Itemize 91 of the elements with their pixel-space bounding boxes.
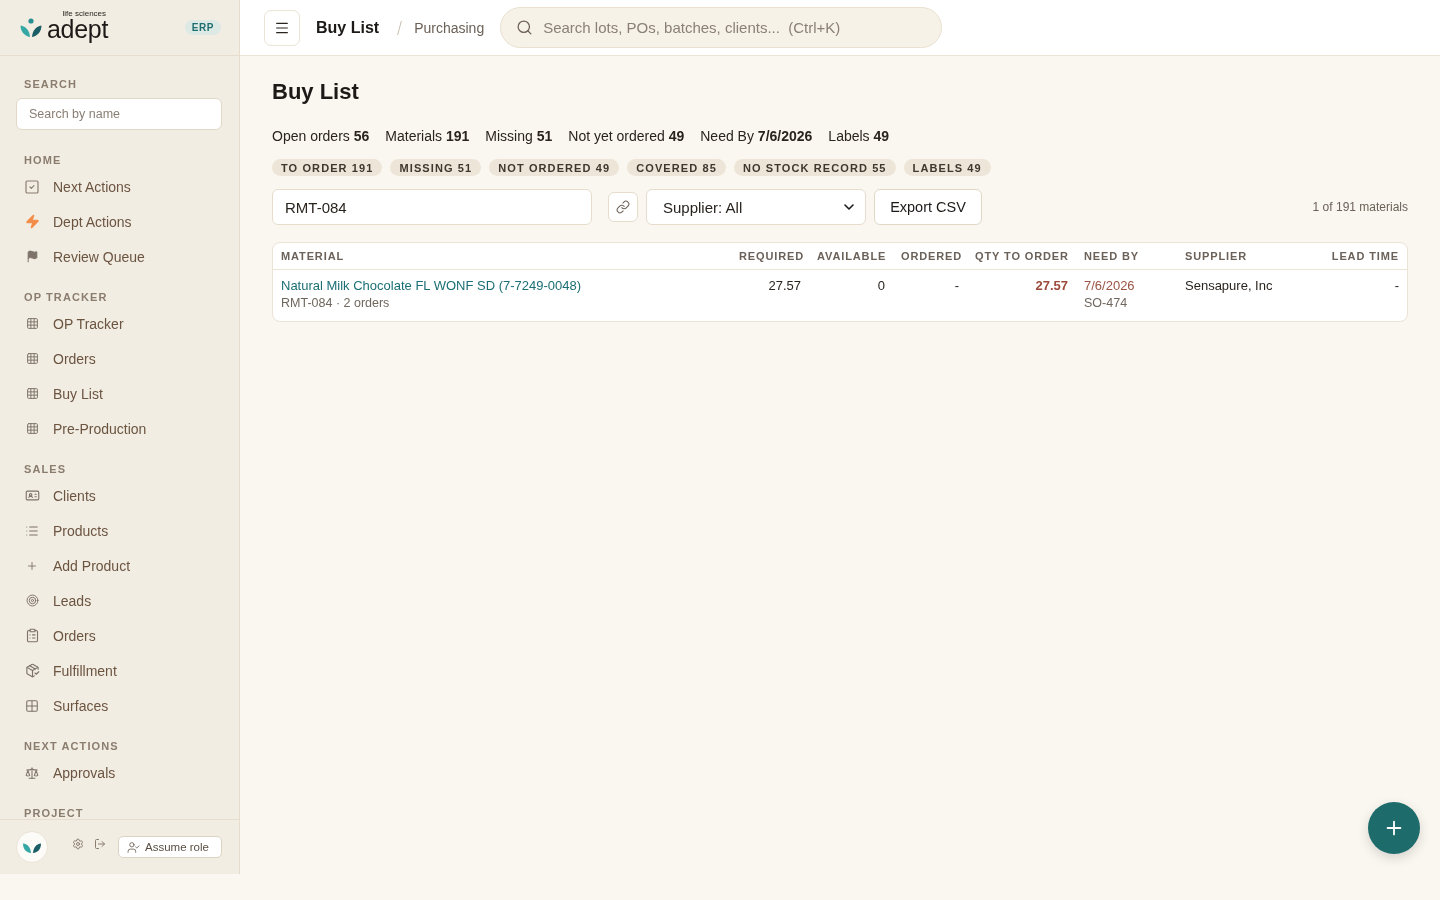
stat-text: Not yet ordered 49 bbox=[568, 127, 685, 146]
user-check-icon bbox=[127, 840, 140, 854]
sidebar-item[interactable]: Review Queue bbox=[16, 239, 223, 274]
supplier-select[interactable]: Supplier: All bbox=[646, 189, 866, 225]
settings-button[interactable] bbox=[72, 838, 84, 850]
logo-icon bbox=[20, 17, 42, 38]
erp-badge: ERP bbox=[184, 20, 221, 35]
menu-button[interactable] bbox=[264, 9, 300, 46]
sidebar-item[interactable]: Next Actions bbox=[16, 169, 223, 204]
flag-icon bbox=[25, 250, 39, 263]
sidebar-item[interactable]: Surfaces bbox=[16, 688, 223, 723]
sidebar-item[interactable]: Orders bbox=[16, 618, 223, 653]
avatar-icon[interactable] bbox=[16, 831, 48, 863]
breadcrumb-link[interactable]: Purchasing bbox=[414, 19, 485, 36]
column-header: QTY TO ORDER bbox=[974, 250, 1070, 262]
settings-icon bbox=[72, 838, 84, 850]
table-cell-text: - bbox=[953, 278, 959, 294]
need-by-date: 7/6/2026 bbox=[1084, 278, 1135, 294]
brand-name: adept bbox=[47, 15, 109, 42]
column-header: AVAILABLE bbox=[816, 250, 888, 262]
material-link[interactable]: Natural Milk Chocolate FL WONF SD (7-7249-0048) bbox=[281, 278, 582, 294]
sidebar-item[interactable]: Leads bbox=[16, 583, 223, 618]
sidebar-item[interactable]: Approvals bbox=[16, 755, 223, 790]
sidebar-item[interactable]: Buy List bbox=[16, 376, 223, 411]
package-icon bbox=[24, 663, 40, 678]
table-icon bbox=[25, 422, 39, 435]
page-title: Buy List bbox=[272, 78, 360, 106]
material-filter-field[interactable]: RMT-084 bbox=[272, 189, 592, 225]
logout-icon bbox=[94, 838, 106, 850]
plus-icon bbox=[26, 559, 38, 572]
result-count: 1 of 191 materials bbox=[1312, 200, 1408, 214]
breadcrumb-title: Buy List bbox=[316, 18, 380, 37]
column-header: SUPPLIER bbox=[1184, 250, 1249, 262]
list-icon bbox=[25, 523, 39, 538]
section-label: HOME bbox=[24, 154, 63, 166]
filter-chip[interactable]: LABELS 49 bbox=[903, 159, 991, 176]
stat-text: Labels 49 bbox=[828, 127, 890, 146]
table-icon bbox=[25, 387, 39, 400]
column-header: REQUIRED bbox=[738, 250, 806, 262]
sidebar-item[interactable]: OP Tracker bbox=[16, 306, 223, 341]
table-cell-text: Sensapure, Inc bbox=[1185, 278, 1274, 294]
search-icon bbox=[516, 19, 534, 36]
table-cell-text: 27.57 bbox=[1034, 278, 1068, 294]
column-header: LEAD TIME bbox=[1330, 250, 1400, 262]
checkbox-icon bbox=[24, 178, 40, 195]
sidebar-item[interactable]: Dept Actions bbox=[16, 204, 223, 239]
add-button[interactable] bbox=[1368, 802, 1420, 854]
sidebar-item[interactable]: Add Product bbox=[16, 548, 223, 583]
filter-chip[interactable]: MISSING 51 bbox=[390, 159, 482, 176]
section-label: SALES bbox=[24, 463, 68, 475]
table-icon bbox=[25, 352, 39, 365]
section-label: OP TRACKER bbox=[24, 291, 109, 303]
table-cell-text: 0 bbox=[876, 278, 885, 294]
section-label: PROJECT bbox=[24, 807, 85, 819]
bolt-icon bbox=[24, 214, 40, 229]
sidebar-item[interactable]: Fulfillment bbox=[16, 653, 223, 688]
scales-icon bbox=[25, 765, 39, 780]
clipboard-icon bbox=[24, 628, 40, 643]
stat-text: Open orders 56 bbox=[272, 127, 370, 146]
column-header: ORDERED bbox=[900, 250, 964, 262]
filter-chip[interactable]: NO STOCK RECORD 55 bbox=[733, 159, 896, 176]
grid-icon bbox=[25, 698, 39, 713]
table-cell-text: 27.57 bbox=[767, 278, 801, 294]
global-search-field[interactable]: Search lots, POs, batches, clients... (Ctrl+K) bbox=[500, 7, 943, 48]
sidebar-item[interactable]: Clients bbox=[16, 478, 223, 513]
filter-chip[interactable]: TO ORDER 191 bbox=[272, 159, 383, 176]
sidebar-search-field[interactable]: Search by name bbox=[16, 98, 222, 130]
filter-chip[interactable]: COVERED 85 bbox=[627, 159, 726, 176]
target-icon bbox=[25, 594, 39, 607]
export-csv-button[interactable]: Export CSV bbox=[874, 189, 982, 225]
order-ref: SO-474 bbox=[1084, 295, 1128, 311]
logout-button[interactable] bbox=[94, 838, 106, 850]
stat-text: Materials 191 bbox=[385, 127, 470, 146]
table-icon bbox=[25, 317, 39, 330]
section-label: NEXT ACTIONS bbox=[24, 740, 120, 752]
sidebar-item[interactable]: Orders bbox=[16, 341, 223, 376]
filter-chip[interactable]: NOT ORDERED 49 bbox=[489, 159, 620, 176]
stat-text: Missing 51 bbox=[485, 127, 553, 146]
id-card-icon bbox=[24, 488, 40, 503]
sidebar-item[interactable]: Pre-Production bbox=[16, 411, 223, 446]
copy-link-button[interactable] bbox=[608, 192, 638, 222]
brand-tagline: life sciences bbox=[62, 9, 107, 18]
link-icon bbox=[616, 200, 630, 214]
stat-text: Need By 7/6/2026 bbox=[700, 127, 813, 146]
section-label: SEARCH bbox=[24, 78, 79, 90]
column-header: MATERIAL bbox=[280, 250, 346, 262]
material-meta: RMT-084 · 2 orders bbox=[281, 295, 390, 311]
sidebar-item[interactable]: Products bbox=[16, 513, 223, 548]
table-cell-text: - bbox=[1393, 278, 1399, 294]
column-header: NEED BY bbox=[1083, 250, 1141, 262]
assume-role-button[interactable]: Assume role bbox=[118, 836, 222, 858]
